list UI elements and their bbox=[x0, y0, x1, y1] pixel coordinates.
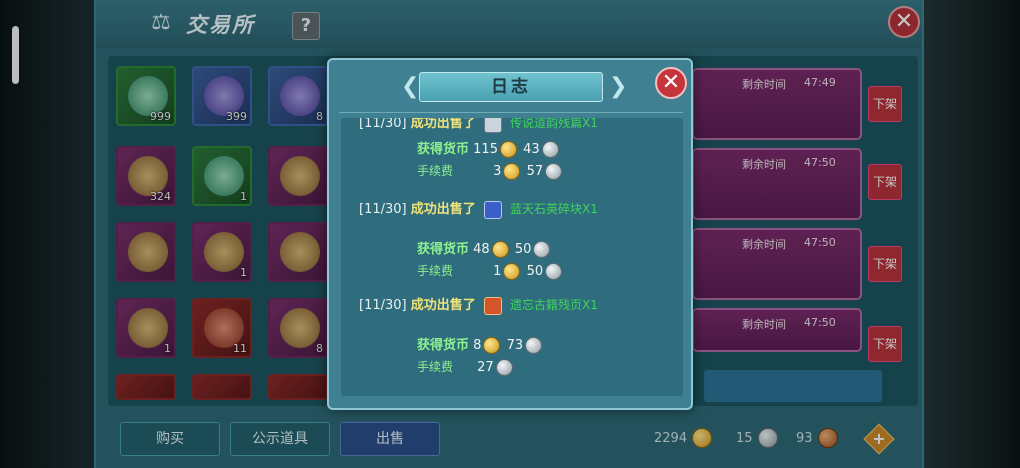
entry-date: [11/30] bbox=[359, 298, 407, 313]
item-thumbnail-icon bbox=[483, 118, 502, 133]
log-dialog: ❮ 日志 ❯ ✕ [11/30] 成功出售了 传说道韵残篇X1 获得货币 115… bbox=[327, 58, 693, 410]
gain-gold: 115 bbox=[473, 142, 498, 157]
entry-action: 成功出售了 bbox=[410, 202, 476, 217]
entry-item-name: 传说道韵残篇X1 bbox=[510, 118, 598, 130]
entry-date: [11/30] bbox=[359, 202, 407, 217]
fee-label: 手续费 bbox=[417, 164, 454, 178]
fee-gold: 3 bbox=[493, 164, 502, 179]
gain-gold: 48 bbox=[473, 242, 490, 257]
silver-coin-icon bbox=[545, 163, 563, 180]
divider bbox=[339, 112, 683, 113]
silver-coin-icon bbox=[545, 263, 563, 280]
entry-action: 成功出售了 bbox=[410, 118, 476, 131]
fee-silver: 27 bbox=[477, 360, 494, 375]
fee-silver: 50 bbox=[526, 264, 544, 279]
entry-item-name: 蓝天石英碎块X1 bbox=[510, 202, 598, 216]
close-log-button[interactable]: ✕ bbox=[655, 67, 687, 99]
silver-coin-icon bbox=[533, 241, 551, 258]
gold-coin-icon bbox=[483, 337, 501, 354]
gain-silver: 43 bbox=[523, 142, 540, 157]
log-title-banner: 日志 bbox=[419, 72, 603, 102]
item-thumbnail-icon bbox=[483, 200, 502, 219]
gold-coin-icon bbox=[491, 241, 509, 258]
silver-coin-icon bbox=[525, 337, 543, 354]
entry-action: 成功出售了 bbox=[410, 298, 476, 313]
fee-silver: 57 bbox=[526, 164, 544, 179]
silver-coin-icon bbox=[541, 141, 559, 158]
gain-label: 获得货币 bbox=[417, 142, 470, 157]
item-thumbnail-icon bbox=[483, 296, 502, 315]
log-list[interactable]: [11/30] 成功出售了 传说道韵残篇X1 获得货币 115 43 手续费 3… bbox=[341, 118, 683, 396]
gold-coin-icon bbox=[503, 263, 521, 280]
entry-item-name: 遗忘古籍残页X1 bbox=[510, 298, 598, 312]
gain-silver: 73 bbox=[506, 338, 524, 353]
entry-date: [11/30] bbox=[359, 118, 407, 131]
ornament-right-icon: ❯ bbox=[609, 74, 628, 99]
game-screen: ⚖ 交易所 ? ✕ 999 399 8 324 1 1 1 11 8 剩余时间 47:49 下架… bbox=[0, 0, 1020, 468]
ornament-left-icon: ❮ bbox=[401, 74, 420, 99]
gain-label: 获得货币 bbox=[417, 242, 470, 257]
gold-coin-icon bbox=[499, 141, 517, 158]
gain-label: 获得货币 bbox=[417, 338, 470, 353]
fee-label: 手续费 bbox=[417, 360, 454, 374]
silver-coin-icon bbox=[495, 359, 513, 376]
gold-coin-icon bbox=[503, 163, 521, 180]
gain-silver: 50 bbox=[514, 242, 532, 257]
fee-label: 手续费 bbox=[417, 264, 454, 278]
gain-gold: 8 bbox=[473, 338, 482, 353]
log-title: 日志 bbox=[491, 77, 531, 97]
fee-gold: 1 bbox=[493, 264, 502, 279]
